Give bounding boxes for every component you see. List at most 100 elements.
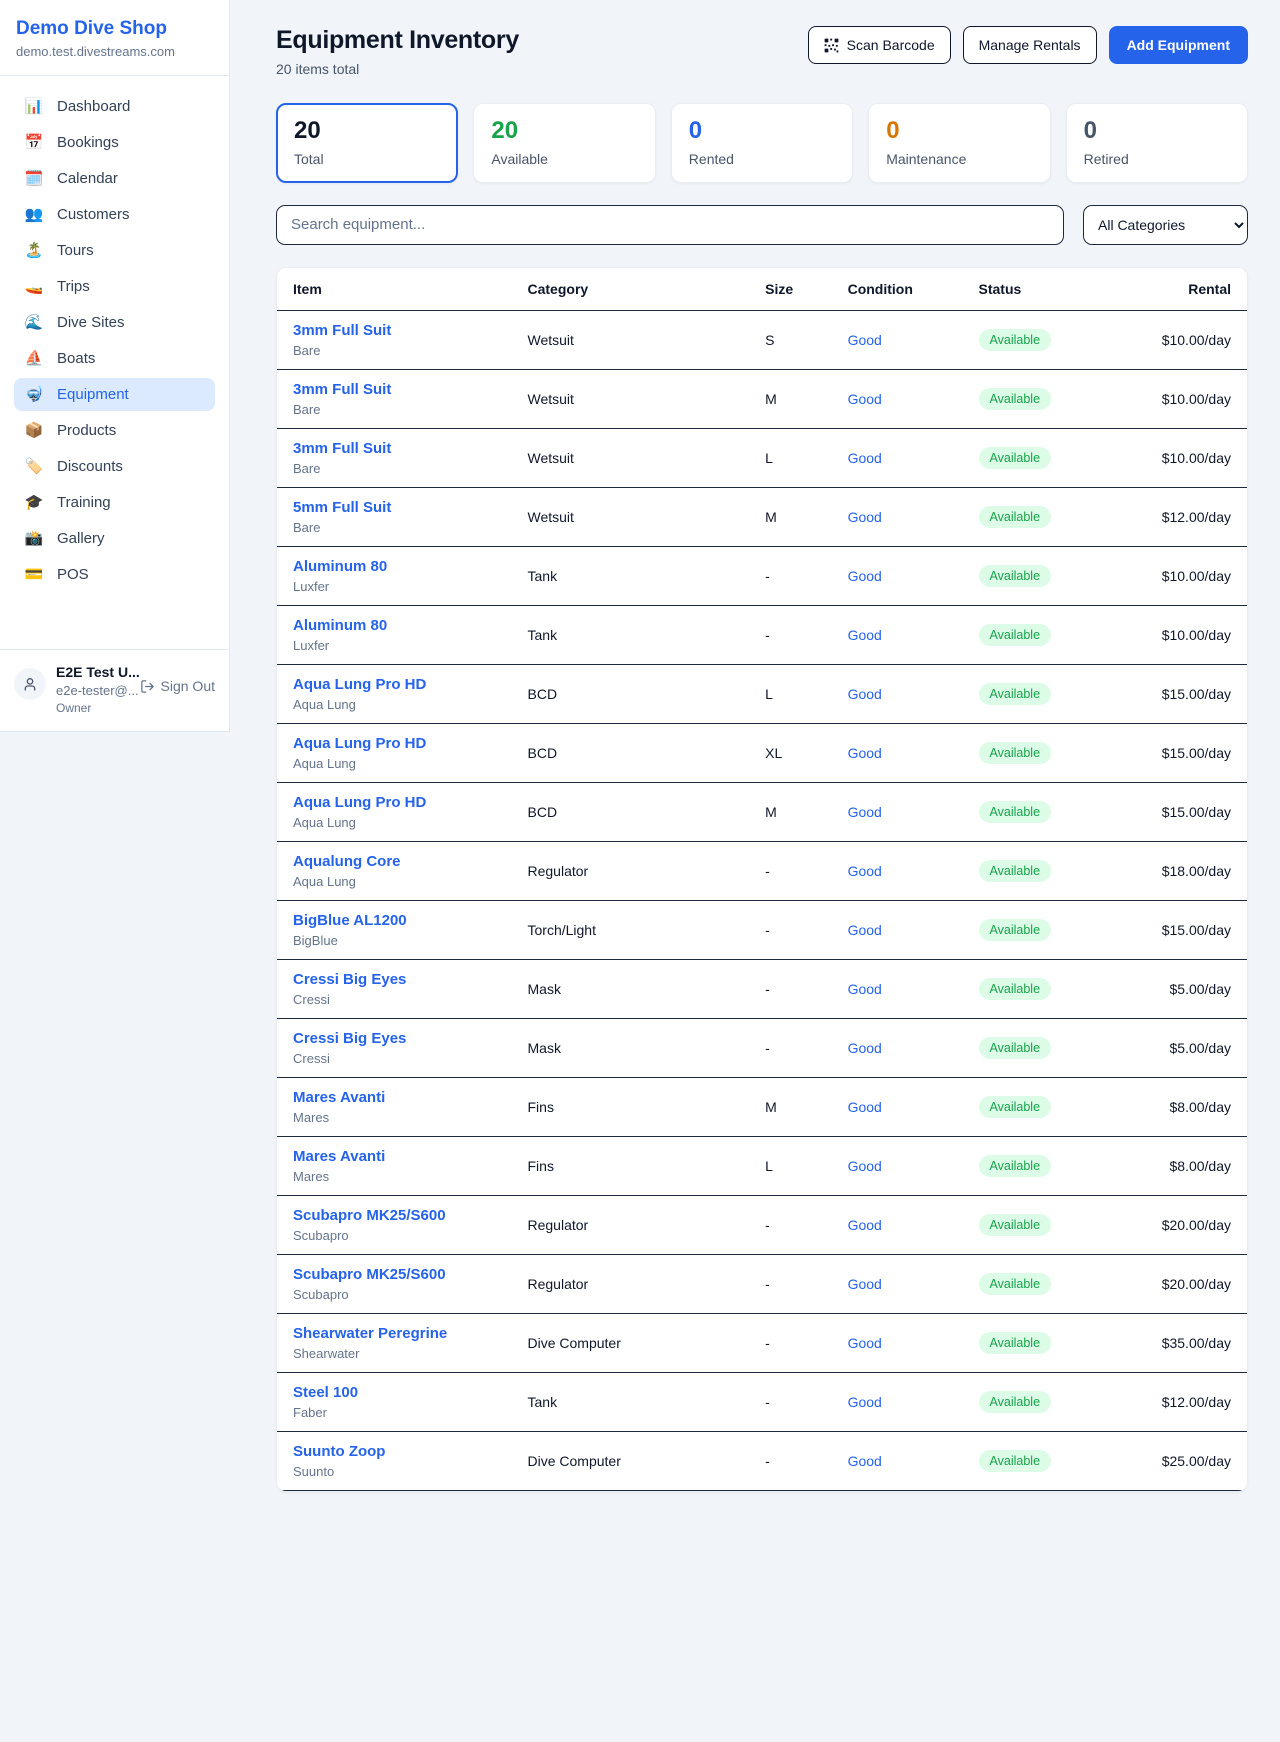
table-row: Steel 100 Faber Tank - Good Available $1… (277, 1372, 1247, 1431)
stat-value: 0 (689, 117, 835, 146)
add-equipment-button[interactable]: Add Equipment (1109, 26, 1248, 64)
stat-card-retired[interactable]: 0 Retired (1066, 103, 1248, 183)
table-row: BigBlue AL1200 BigBlue Torch/Light - Goo… (277, 900, 1247, 959)
sidebar-item-products[interactable]: 📦 Products (14, 414, 215, 447)
item-brand: Scubapro (293, 1287, 512, 1302)
sidebar-item-discounts[interactable]: 🏷️ Discounts (14, 450, 215, 483)
stat-card-available[interactable]: 20 Available (473, 103, 655, 183)
condition-link[interactable]: Good (848, 981, 882, 997)
condition-link[interactable]: Good (848, 1335, 882, 1351)
item-name-link[interactable]: Aqua Lung Pro HD (293, 794, 512, 811)
sidebar-item-label: Discounts (57, 458, 123, 475)
item-name-link[interactable]: Aluminum 80 (293, 617, 512, 634)
sidebar-item-training[interactable]: 🎓 Training (14, 486, 215, 519)
sidebar-item-pos[interactable]: 💳 POS (14, 558, 215, 591)
condition-link[interactable]: Good (848, 332, 882, 348)
column-header-condition: Condition (840, 268, 971, 311)
item-name-link[interactable]: Shearwater Peregrine (293, 1325, 512, 1342)
table-row: Aluminum 80 Luxfer Tank - Good Available… (277, 605, 1247, 664)
condition-link[interactable]: Good (848, 1276, 882, 1292)
item-brand: Aqua Lung (293, 697, 512, 712)
item-name-link[interactable]: Aqualung Core (293, 853, 512, 870)
table-row: 3mm Full Suit Bare Wetsuit M Good Availa… (277, 369, 1247, 428)
condition-link[interactable]: Good (848, 863, 882, 879)
sidebar-item-equipment[interactable]: 🤿 Equipment (14, 378, 215, 411)
item-name-link[interactable]: Scubapro MK25/S600 (293, 1266, 512, 1283)
condition-link[interactable]: Good (848, 627, 882, 643)
condition-link[interactable]: Good (848, 509, 882, 525)
sidebar-item-trips[interactable]: 🚤 Trips (14, 270, 215, 303)
stat-label: Total (294, 151, 440, 167)
item-name-link[interactable]: 3mm Full Suit (293, 381, 512, 398)
item-name-link[interactable]: Steel 100 (293, 1384, 512, 1401)
item-name-link[interactable]: BigBlue AL1200 (293, 912, 512, 929)
manage-rentals-button[interactable]: Manage Rentals (963, 26, 1097, 64)
page-title: Equipment Inventory (276, 26, 519, 55)
category-select[interactable]: All Categories (1083, 205, 1248, 245)
condition-link[interactable]: Good (848, 1217, 882, 1233)
condition-link[interactable]: Good (848, 1158, 882, 1174)
item-brand: Scubapro (293, 1228, 512, 1243)
sidebar-item-customers[interactable]: 👥 Customers (14, 198, 215, 231)
logout-icon (140, 679, 155, 694)
rental-price: $18.00/day (1116, 841, 1247, 900)
sidebar-item-boats[interactable]: ⛵ Boats (14, 342, 215, 375)
stat-value: 0 (886, 117, 1032, 146)
search-input[interactable] (276, 205, 1064, 245)
condition-link[interactable]: Good (848, 450, 882, 466)
condition-link[interactable]: Good (848, 1099, 882, 1115)
status-badge: Available (979, 978, 1052, 1000)
table-row: Scubapro MK25/S600 Scubapro Regulator - … (277, 1254, 1247, 1313)
user-role: Owner (56, 701, 130, 715)
sign-out-button[interactable]: Sign Out (140, 678, 215, 694)
status-badge: Available (979, 388, 1052, 410)
column-header-category: Category (520, 268, 758, 311)
item-name-link[interactable]: 3mm Full Suit (293, 322, 512, 339)
item-size: - (757, 1431, 839, 1490)
sidebar-item-bookings[interactable]: 📅 Bookings (14, 126, 215, 159)
status-badge: Available (979, 1096, 1052, 1118)
user-meta: E2E Test U... e2e-tester@... Owner (56, 664, 130, 715)
item-name-link[interactable]: 3mm Full Suit (293, 440, 512, 457)
sidebar-item-dive-sites[interactable]: 🌊 Dive Sites (14, 306, 215, 339)
stat-card-maintenance[interactable]: 0 Maintenance (868, 103, 1050, 183)
sidebar-item-label: Customers (57, 206, 130, 223)
sidebar-item-tours[interactable]: 🏝️ Tours (14, 234, 215, 267)
column-header-status: Status (971, 268, 1117, 311)
item-name-link[interactable]: Aqua Lung Pro HD (293, 735, 512, 752)
status-badge: Available (979, 860, 1052, 882)
item-size: XL (757, 723, 839, 782)
item-name-link[interactable]: 5mm Full Suit (293, 499, 512, 516)
condition-link[interactable]: Good (848, 922, 882, 938)
condition-link[interactable]: Good (848, 745, 882, 761)
item-name-link[interactable]: Suunto Zoop (293, 1443, 512, 1460)
scan-barcode-button[interactable]: Scan Barcode (808, 26, 951, 64)
status-badge: Available (979, 919, 1052, 941)
sidebar-item-dashboard[interactable]: 📊 Dashboard (14, 90, 215, 123)
condition-link[interactable]: Good (848, 1040, 882, 1056)
rental-price: $35.00/day (1116, 1313, 1247, 1372)
rental-price: $5.00/day (1116, 959, 1247, 1018)
item-name-link[interactable]: Mares Avanti (293, 1089, 512, 1106)
item-size: - (757, 546, 839, 605)
item-name-link[interactable]: Aqua Lung Pro HD (293, 676, 512, 693)
condition-link[interactable]: Good (848, 686, 882, 702)
condition-link[interactable]: Good (848, 804, 882, 820)
tours-icon: 🏝️ (24, 243, 44, 258)
item-name-link[interactable]: Aluminum 80 (293, 558, 512, 575)
item-name-link[interactable]: Mares Avanti (293, 1148, 512, 1165)
condition-link[interactable]: Good (848, 568, 882, 584)
sidebar-item-gallery[interactable]: 📸 Gallery (14, 522, 215, 555)
sidebar-item-calendar[interactable]: 🗓️ Calendar (14, 162, 215, 195)
stat-card-rented[interactable]: 0 Rented (671, 103, 853, 183)
status-badge: Available (979, 1214, 1052, 1236)
item-name-link[interactable]: Scubapro MK25/S600 (293, 1207, 512, 1224)
user-email: e2e-tester@... (56, 683, 130, 698)
condition-link[interactable]: Good (848, 391, 882, 407)
table-row: Scubapro MK25/S600 Scubapro Regulator - … (277, 1195, 1247, 1254)
stat-card-total[interactable]: 20 Total (276, 103, 458, 183)
condition-link[interactable]: Good (848, 1394, 882, 1410)
item-name-link[interactable]: Cressi Big Eyes (293, 1030, 512, 1047)
item-name-link[interactable]: Cressi Big Eyes (293, 971, 512, 988)
condition-link[interactable]: Good (848, 1453, 882, 1469)
